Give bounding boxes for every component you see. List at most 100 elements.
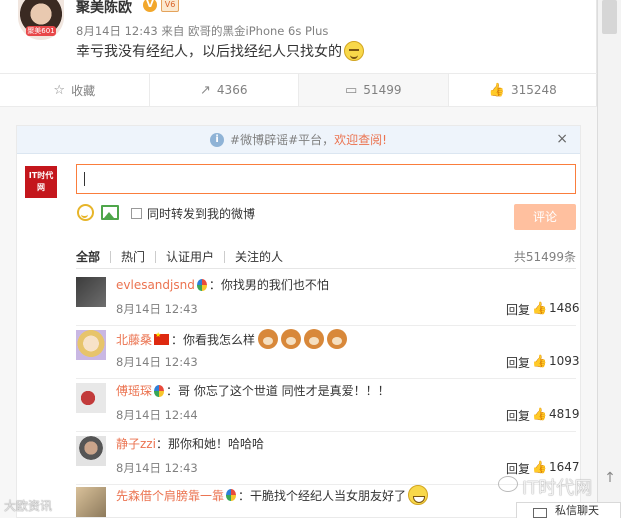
rumor-notice-bar: i #微博辟谣#平台， 欢迎查阅! × <box>17 126 580 154</box>
comment-panel: i #微博辟谣#平台， 欢迎查阅! × IT时代网 同时转发到我的微博 评论 全… <box>16 125 581 518</box>
comment-input[interactable] <box>76 164 576 194</box>
comment-body: 先森借个肩膀靠一靠 ：干脆找个经纪人当女朋友好了 <box>116 485 429 505</box>
scrollbar-thumb[interactable] <box>602 0 617 34</box>
emoji-picker-icon[interactable] <box>77 204 94 221</box>
weibo-post-card: 聚美601 聚美陈欧 V V6 8月14日 12:43 来自 欧哥的黑金iPho… <box>0 0 597 518</box>
post-text: 幸亏我没有经纪人，以后找经纪人只找女的 <box>76 41 364 61</box>
comment-item: 傅瑶琛 ：哥 你忘了这个世道 同性才是真爱！！！ 8月14日 12:44 回复 … <box>76 379 580 432</box>
comment-filter-bar: 全部 热门 认证用户 关注的人 共51499条 <box>76 245 576 269</box>
comment-button[interactable]: ▭ 51499 <box>299 74 449 106</box>
comment-count: 51499 <box>363 83 402 97</box>
vip-badge-icon[interactable]: V6 <box>161 0 179 12</box>
comment-like-button[interactable]: 👍 1486 <box>532 301 580 315</box>
my-avatar[interactable]: IT时代网 <box>25 166 57 198</box>
post-action-bar: ☆ 收藏 ↗ 4366 ▭ 51499 👍 315248 <box>0 73 597 107</box>
private-chat-tab[interactable]: 私信聊天 <box>516 502 621 518</box>
dog-emoji-icon <box>327 329 348 349</box>
comment-body: 北藤桑 ：你看我怎么样 <box>116 329 348 349</box>
repost-icon: ↗ <box>200 82 211 98</box>
comment-time: 8月14日 12:43 <box>116 355 198 369</box>
dog-emoji-icon <box>281 329 302 349</box>
commenter-avatar[interactable] <box>76 487 106 517</box>
favorite-button[interactable]: ☆ 收藏 <box>0 74 150 106</box>
forward-label[interactable]: 同时转发到我的微博 <box>147 205 255 222</box>
notice-text: #微博辟谣#平台， <box>230 133 335 147</box>
comment-body: 傅瑶琛 ：哥 你忘了这个世道 同性才是真爱！！！ <box>116 382 390 399</box>
thumbs-up-icon: 👍 <box>532 354 547 368</box>
comment-like-count: 1093 <box>548 354 580 368</box>
commenter-avatar[interactable] <box>76 277 106 307</box>
vertical-scrollbar[interactable]: ↑ <box>597 0 621 518</box>
commenter-avatar[interactable] <box>76 330 106 360</box>
repost-button[interactable]: ↗ 4366 <box>150 74 299 106</box>
verified-v-icon[interactable]: V <box>143 0 157 12</box>
comment-text: ：你看我怎么样 <box>171 332 256 347</box>
notice-link[interactable]: 欢迎查阅! <box>334 131 387 148</box>
filter-tab-verified[interactable]: 认证用户 <box>156 250 226 263</box>
comment-body: evlesandjsnd ：你找男的我们也不怕 <box>116 276 329 293</box>
star-icon: ☆ <box>53 82 66 98</box>
comment-icon: ▭ <box>345 82 358 98</box>
thumbs-up-icon: 👍 <box>532 301 547 315</box>
reply-button[interactable]: 回复 <box>506 407 530 424</box>
post-author-name[interactable]: 聚美陈欧 <box>76 0 132 17</box>
commenter-avatar[interactable] <box>76 436 106 466</box>
repost-count: 4366 <box>216 83 248 97</box>
comment-text: ：干脆找个经纪人当女朋友好了 <box>238 488 407 503</box>
comment-like-button[interactable]: 👍 1647 <box>532 460 580 474</box>
filter-tab-all[interactable]: 全部 <box>76 250 112 263</box>
comment-text: ：哥 你忘了这个世道 同性才是真爱！！！ <box>166 384 390 398</box>
author-badges: V V6 <box>143 0 179 12</box>
reply-button[interactable]: 回复 <box>506 301 530 318</box>
commenter-name[interactable]: 先森借个肩膀靠一靠 <box>116 487 224 504</box>
close-icon[interactable]: × <box>556 131 568 147</box>
comment-like-count: 4819 <box>548 407 580 421</box>
balloon-badge-icon[interactable] <box>226 489 237 501</box>
comment-text: ：那你和她！哈哈哈 <box>155 437 264 451</box>
submit-comment-button[interactable]: 评论 <box>514 204 576 230</box>
thumbs-up-icon: 👍 <box>532 407 547 421</box>
favorite-label: 收藏 <box>71 83 96 98</box>
wechat-logo-icon <box>498 476 518 492</box>
thumbs-up-icon: 👍 <box>488 82 505 98</box>
comment-like-count: 1647 <box>548 460 580 474</box>
comment-like-button[interactable]: 👍 1093 <box>532 354 580 368</box>
balloon-badge-icon[interactable] <box>154 384 165 397</box>
commenter-name[interactable]: 静子zzi <box>116 435 156 452</box>
comment-text: ：你找男的我们也不怕 <box>208 278 329 292</box>
dog-emoji-icon <box>304 329 325 349</box>
thumbs-up-icon: 👍 <box>532 460 547 474</box>
comment-section: i #微博辟谣#平台， 欢迎查阅! × IT时代网 同时转发到我的微博 评论 全… <box>0 107 597 518</box>
comment-total: 共51499条 <box>513 250 576 264</box>
commenter-name[interactable]: 傅瑶琛 <box>116 382 152 399</box>
post-text-content: 幸亏我没有经纪人，以后找经纪人只找女的 <box>76 44 342 60</box>
forward-checkbox[interactable] <box>131 208 142 219</box>
comment-body: 静子zzi ：那你和她！哈哈哈 <box>116 435 264 452</box>
balloon-badge-icon[interactable] <box>196 278 207 291</box>
post-author-avatar[interactable]: 聚美601 <box>18 0 64 40</box>
back-to-top-icon[interactable]: ↑ <box>598 466 621 490</box>
watermark-right: IT时代网 <box>522 478 593 499</box>
comment-time: 8月14日 12:43 <box>116 461 198 475</box>
watermark-left: 大欧资讯 <box>4 499 53 513</box>
comment-item: evlesandjsnd ：你找男的我们也不怕 8月14日 12:43 回复 👍… <box>76 273 580 326</box>
filter-tab-following[interactable]: 关注的人 <box>225 251 293 263</box>
grin-emoji-icon <box>408 485 429 505</box>
comment-time: 8月14日 12:44 <box>116 408 198 422</box>
awkward-emoji-icon <box>344 41 364 61</box>
like-count: 315248 <box>510 83 557 97</box>
post-meta[interactable]: 8月14日 12:43 来自 欧哥的黑金iPhone 6s Plus <box>76 23 328 39</box>
comment-time: 8月14日 12:43 <box>116 302 198 316</box>
comment-like-button[interactable]: 👍 4819 <box>532 407 580 421</box>
like-button[interactable]: 👍 315248 <box>449 74 598 106</box>
filter-tab-hot[interactable]: 热门 <box>111 250 157 263</box>
image-upload-icon[interactable] <box>101 205 119 220</box>
commenter-name[interactable]: 北藤桑 <box>116 331 152 348</box>
china-flag-icon <box>154 331 170 345</box>
comment-like-count: 1486 <box>548 301 580 315</box>
commenter-name[interactable]: evlesandjsnd <box>116 278 195 292</box>
dog-emoji-icon <box>258 329 279 349</box>
comment-item: 北藤桑 ：你看我怎么样 8月14日 12:43 回复 👍 1093 <box>76 326 580 379</box>
reply-button[interactable]: 回复 <box>506 354 530 371</box>
commenter-avatar[interactable] <box>76 383 106 413</box>
